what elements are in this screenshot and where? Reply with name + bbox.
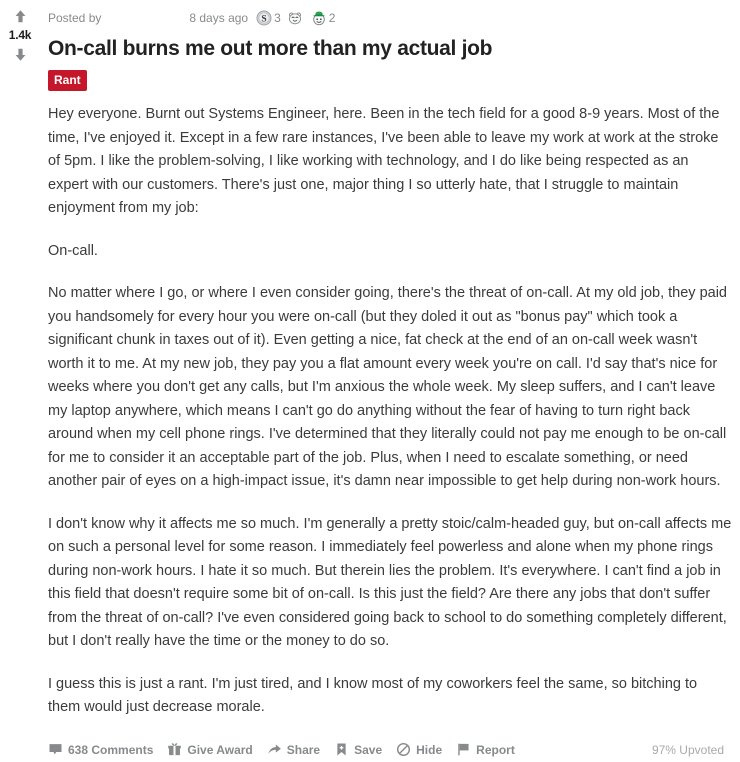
- award-list: S 3 2: [256, 10, 339, 26]
- award-silver[interactable]: S 3: [256, 10, 285, 26]
- vote-column: 1.4k: [0, 0, 40, 720]
- post-paragraph: I don't know why it affects me so much. …: [48, 515, 732, 650]
- post-title[interactable]: On-call burns me out more than my actual…: [48, 36, 732, 62]
- reddit-post: 1.4k Posted by 8 days ago S 3 2 On-call …: [0, 0, 740, 757]
- vote-score: 1.4k: [8, 28, 32, 42]
- report-button[interactable]: Report: [456, 742, 515, 757]
- award-silver-count: 3: [274, 11, 281, 25]
- post-meta: Posted by 8 days ago S 3 2: [48, 6, 732, 30]
- save-label: Save: [354, 742, 383, 757]
- post-flair-rant[interactable]: Rant: [48, 70, 87, 91]
- gift-icon: [168, 743, 182, 756]
- post-content: Posted by 8 days ago S 3 2 On-call burns…: [40, 0, 740, 757]
- report-label: Report: [476, 742, 515, 757]
- downvote-icon[interactable]: [10, 44, 30, 64]
- save-button[interactable]: Save: [334, 742, 382, 757]
- post-paragraph: On-call.: [48, 242, 98, 259]
- silver-award-icon: S: [256, 10, 272, 26]
- post-timestamp: 8 days ago: [189, 11, 249, 25]
- post-paragraph: No matter where I go, or where I even co…: [48, 285, 727, 489]
- comments-label: 638 Comments: [68, 742, 154, 757]
- flair-row: Rant: [48, 70, 732, 91]
- share-label: Share: [286, 742, 321, 757]
- award-hugz[interactable]: [287, 10, 309, 26]
- post-action-bar: 638 Comments Give Award Share Save Hide …: [48, 738, 732, 762]
- comment-bubble-icon: [49, 744, 62, 755]
- share-button[interactable]: Share: [267, 742, 320, 757]
- upvote-icon[interactable]: [10, 6, 30, 26]
- upvoted-percentage: 97% Upvoted: [651, 742, 724, 757]
- hide-button[interactable]: Hide: [396, 742, 442, 757]
- svg-text:S: S: [261, 14, 266, 24]
- award-lucky-count: 2: [328, 11, 336, 25]
- give-award-label: Give Award: [187, 742, 253, 757]
- hide-circle-slash-icon: [397, 742, 411, 757]
- hugz-award-icon: [288, 12, 301, 25]
- flag-icon: [458, 743, 469, 756]
- share-arrow-icon: [268, 744, 281, 754]
- give-award-button[interactable]: Give Award: [167, 742, 253, 757]
- post-paragraph: Hey everyone. Burnt out Systems Engineer…: [48, 106, 720, 216]
- posted-by-label: Posted by: [48, 11, 102, 25]
- hide-label: Hide: [416, 742, 443, 757]
- award-lucky[interactable]: 2: [311, 10, 340, 26]
- comments-button[interactable]: 638 Comments: [48, 742, 153, 757]
- bookmark-icon: [337, 743, 346, 756]
- lucky-award-icon: [313, 11, 325, 26]
- post-body: Hey everyone. Burnt out Systems Engineer…: [48, 103, 732, 720]
- post-paragraph: I guess this is just a rant. I'm just ti…: [48, 675, 698, 716]
